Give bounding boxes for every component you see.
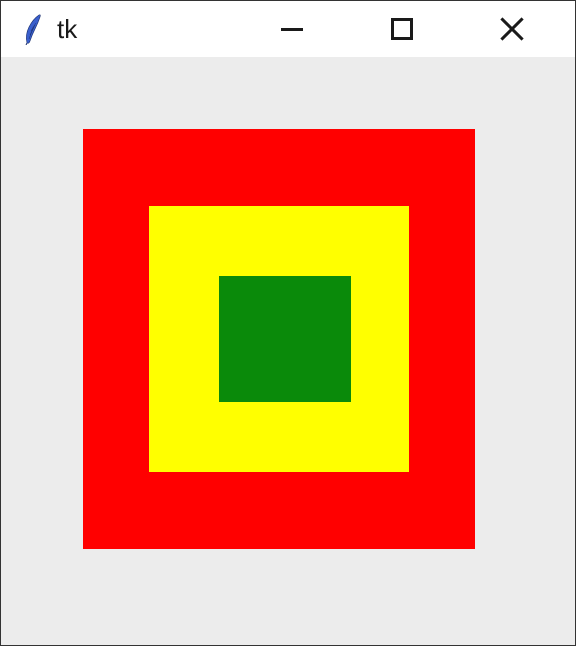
titlebar: tk — [1, 1, 575, 57]
close-icon — [499, 16, 525, 42]
client-area — [1, 57, 575, 645]
maximize-button[interactable] — [347, 1, 457, 57]
close-button[interactable] — [457, 1, 567, 57]
window-controls — [237, 1, 567, 57]
app-window: tk — [0, 0, 576, 646]
minimize-icon — [281, 28, 303, 31]
rect-inner — [219, 276, 351, 402]
tk-feather-icon — [21, 13, 45, 45]
titlebar-left: tk — [21, 13, 77, 45]
canvas — [1, 57, 575, 645]
maximize-icon — [391, 18, 413, 40]
minimize-button[interactable] — [237, 1, 347, 57]
window-title: tk — [57, 14, 77, 45]
